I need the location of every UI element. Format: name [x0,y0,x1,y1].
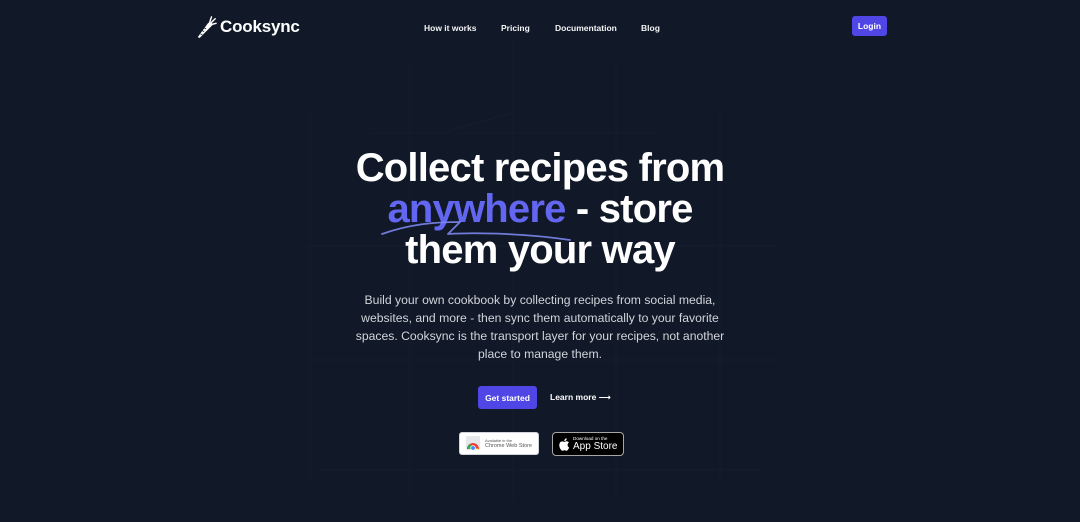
learn-more-link[interactable]: Learn more ⟶ [550,392,611,403]
apple-badge-big: App Store [573,441,618,452]
chrome-web-store-badge[interactable]: Available in the Chrome Web Store [459,432,539,455]
hero-subtitle: Build your own cookbook by collecting re… [355,293,725,361]
apple-icon [559,437,570,451]
nav-how-it-works[interactable]: How it works [424,23,476,33]
hero-title-line3: them your way [405,228,675,272]
hero-title-line1: Collect recipes from [355,146,725,190]
app-store-badge[interactable]: Download on the App Store [552,432,624,456]
site-header: Cooksync How it works Pricing Documentat… [0,0,1080,56]
nav-documentation[interactable]: Documentation [555,23,617,33]
login-button[interactable]: Login [852,16,887,36]
nav-pricing[interactable]: Pricing [501,23,530,33]
get-started-button[interactable]: Get started [478,386,537,409]
hero-title-accent: anywhere [387,187,566,231]
chrome-badge-text: Available in the Chrome Web Store [485,438,532,450]
hero-title: Collect recipes from anywhere - store th… [0,148,1080,271]
chrome-badge-big: Chrome Web Store [485,442,532,449]
nav-blog[interactable]: Blog [641,23,660,33]
main-nav: How it works Pricing Documentation Blog [0,23,1080,37]
chrome-icon [466,436,480,451]
apple-badge-text: Download on the App Store [573,436,617,452]
hero-title-line2: - store [565,187,693,231]
